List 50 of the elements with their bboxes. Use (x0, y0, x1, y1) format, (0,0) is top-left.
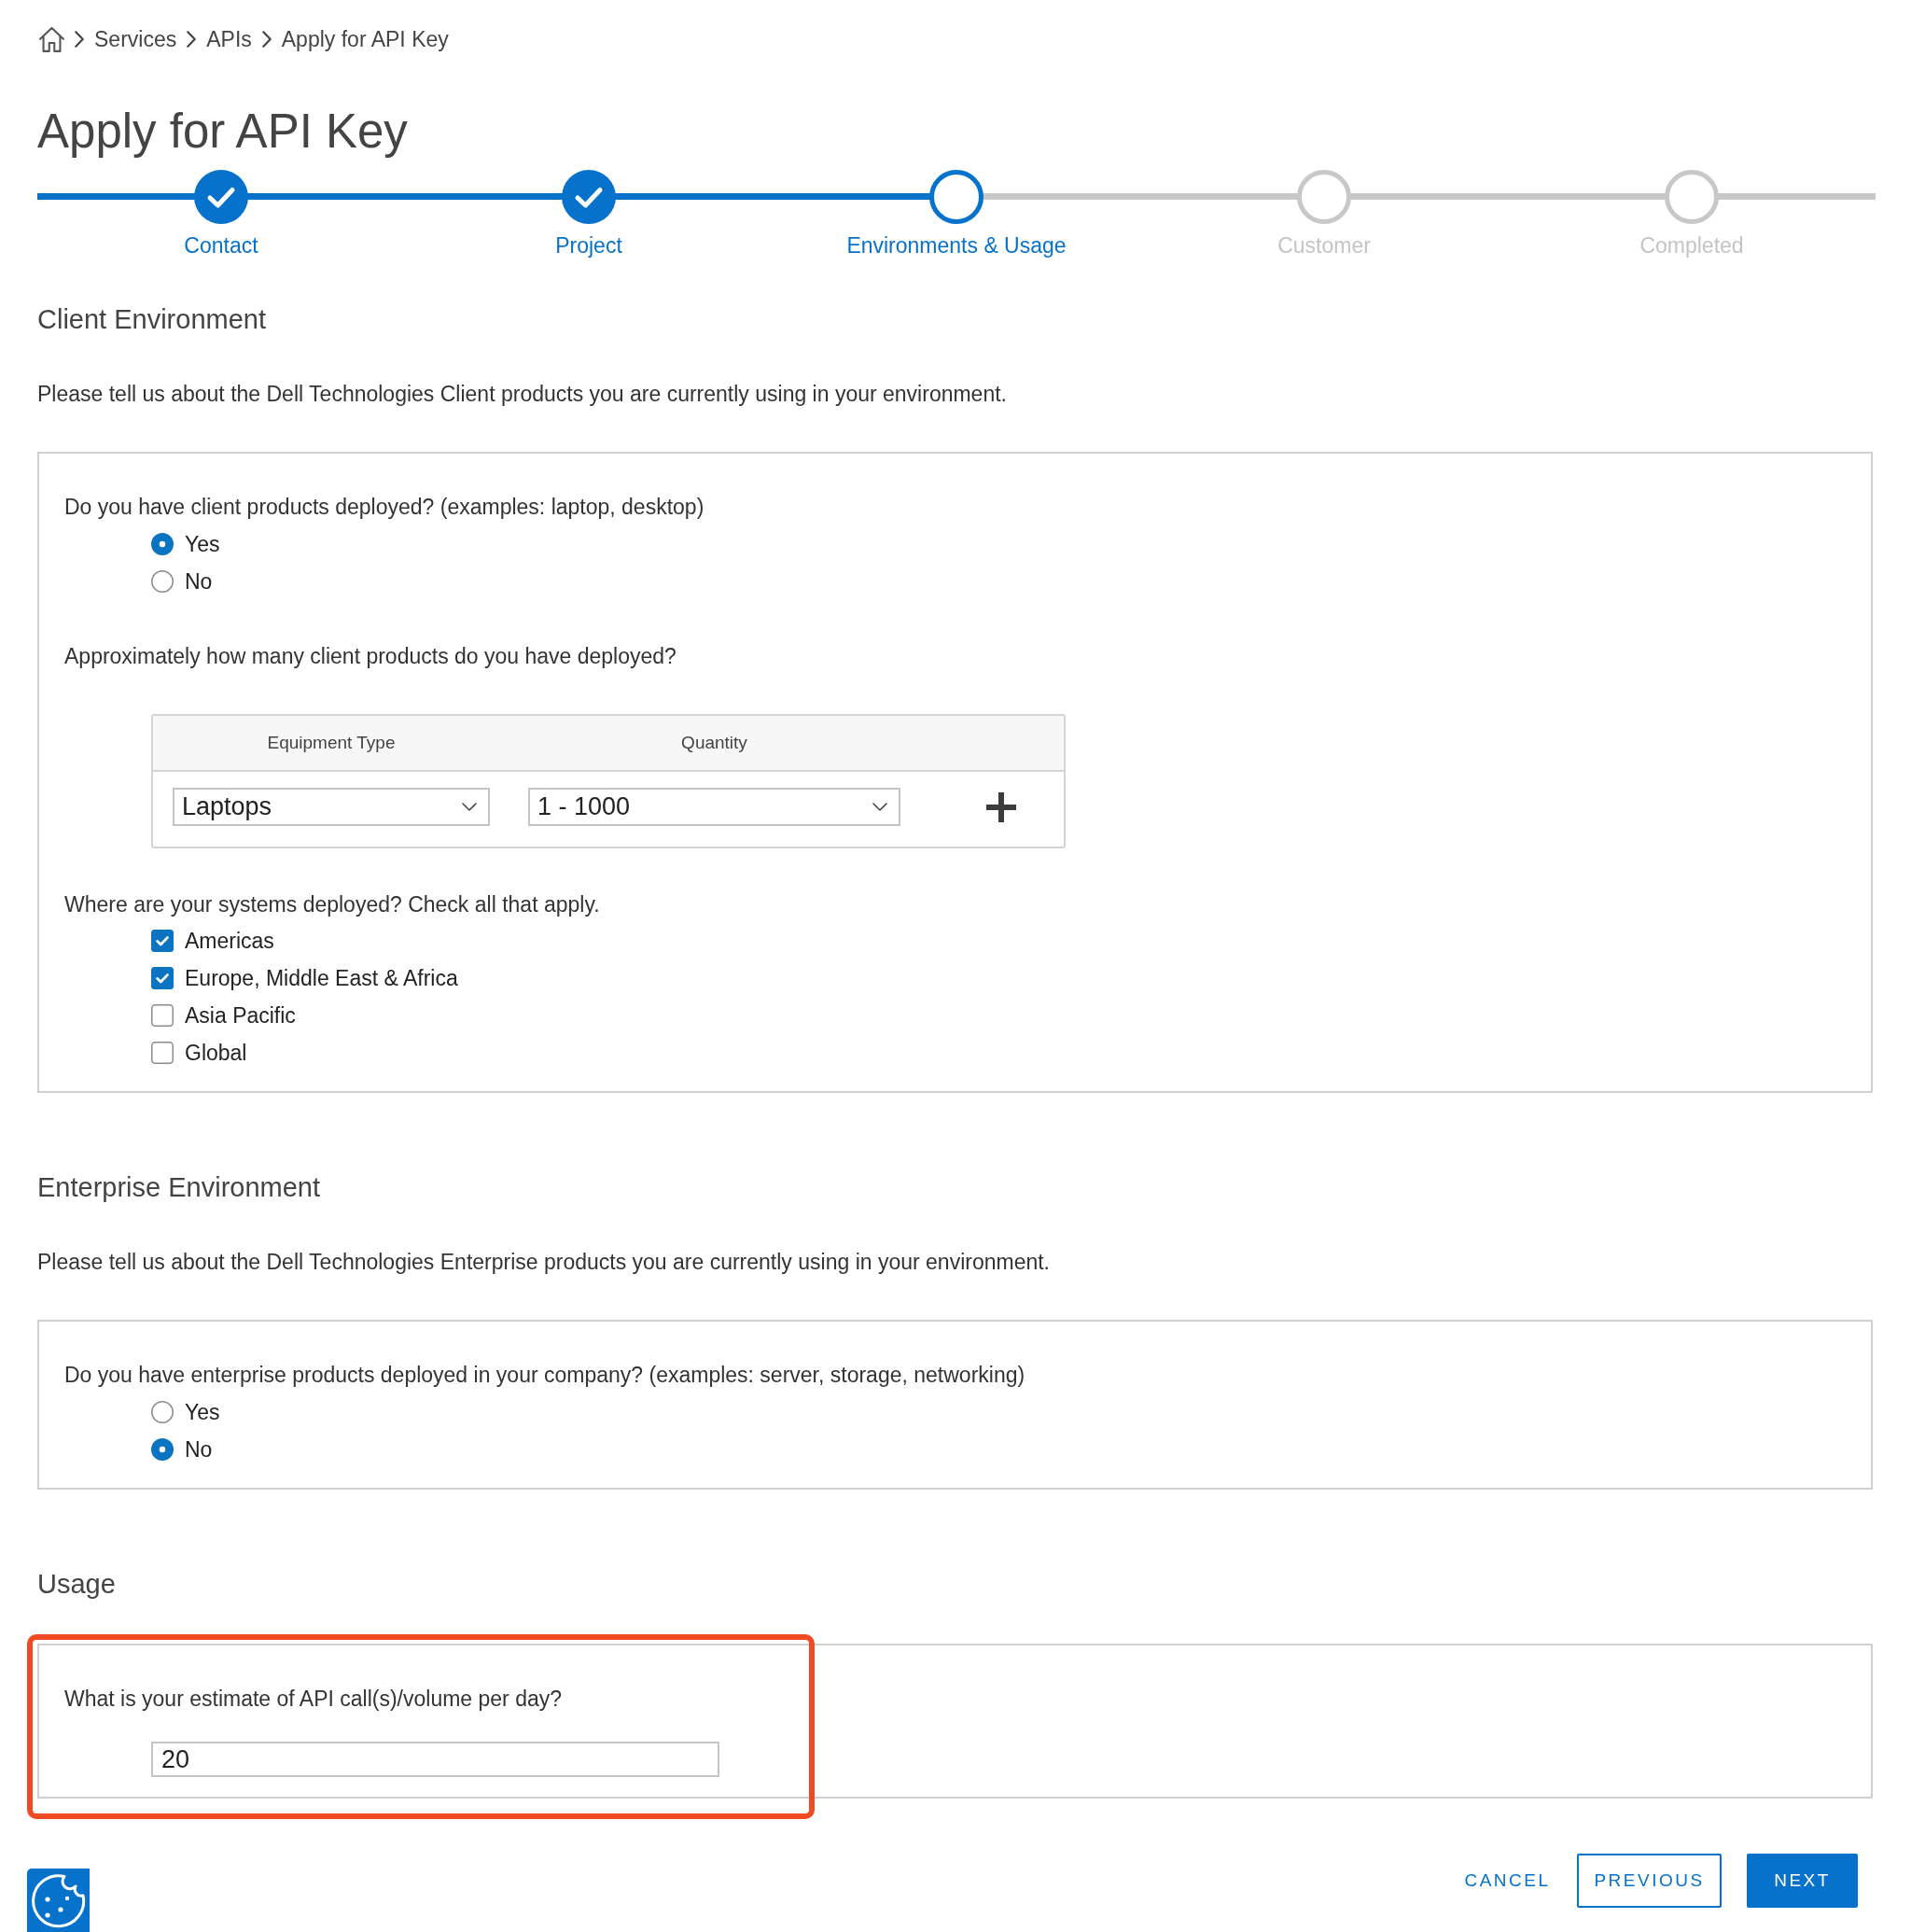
question-text: Where are your systems deployed? Check all that apply. (64, 891, 601, 918)
radio-label: No (185, 1435, 213, 1463)
radio-label: No (185, 567, 213, 595)
breadcrumb-current: Apply for API Key (281, 25, 449, 53)
checkbox[interactable] (151, 967, 174, 989)
chevron-down-icon (872, 803, 887, 811)
radio-button[interactable] (151, 1401, 174, 1423)
cookie-icon[interactable] (27, 1869, 90, 1932)
checkbox-label: Asia Pacific (185, 1001, 296, 1029)
home-icon[interactable] (39, 26, 64, 52)
section-title: Usage (37, 1568, 117, 1601)
step-label: Customer (1277, 232, 1371, 259)
section-title: Client Environment (37, 303, 267, 336)
step-label: Environments & Usage (846, 232, 1067, 259)
question-text: Do you have enterprise products deployed in your company? (examples: server, storage, networking) (64, 1362, 1026, 1389)
checkbox-label: Americas (185, 927, 274, 955)
section-description: Please tell us about the Dell Technologies Client products you are currently using in your environment. (37, 381, 1008, 408)
primary-button[interactable]: NEXT (1747, 1854, 1858, 1908)
radio-button[interactable] (151, 1438, 174, 1461)
dropdown[interactable]: 1 - 1000 (528, 788, 900, 826)
checkbox[interactable] (151, 1004, 174, 1027)
input-field[interactable]: 20 (151, 1742, 719, 1777)
section-title: Enterprise Environment (37, 1171, 322, 1204)
chevron-down-icon (462, 803, 477, 811)
column-header: Equipment Type (267, 731, 396, 754)
question-text: Approximately how many client products do you have deployed? (64, 643, 677, 670)
checkbox-label: Global (185, 1039, 247, 1067)
plus-icon[interactable] (986, 791, 1016, 822)
question-text: What is your estimate of API call(s)/volume per day? (64, 1686, 564, 1713)
checkbox[interactable] (151, 930, 174, 952)
section-description: Please tell us about the Dell Technologies Enterprise products you are currently using in your environment. (37, 1249, 1051, 1276)
dropdown[interactable]: Laptops (173, 788, 490, 826)
question-text: Do you have client products deployed? (examples: laptop, desktop) (64, 494, 705, 521)
radio-button[interactable] (151, 570, 174, 593)
radio-label: Yes (185, 1398, 220, 1426)
outline-button[interactable]: PREVIOUS (1577, 1854, 1722, 1908)
chevron-right-icon (187, 31, 197, 48)
breadcrumb-link[interactable]: APIs (206, 22, 252, 56)
chevron-right-icon (261, 31, 272, 48)
checkbox-label: Europe, Middle East & Africa (185, 964, 458, 992)
step-label: Contact (184, 232, 258, 259)
radio-label: Yes (185, 530, 220, 558)
chevron-right-icon (75, 31, 84, 48)
column-header: Quantity (681, 731, 747, 754)
step-label: Project (555, 232, 622, 259)
page-title: Apply for API Key (37, 104, 409, 160)
breadcrumb-link[interactable]: Services (94, 22, 177, 56)
radio-button[interactable] (151, 533, 174, 555)
checkbox[interactable] (151, 1042, 174, 1064)
step-label: Completed (1639, 232, 1744, 259)
